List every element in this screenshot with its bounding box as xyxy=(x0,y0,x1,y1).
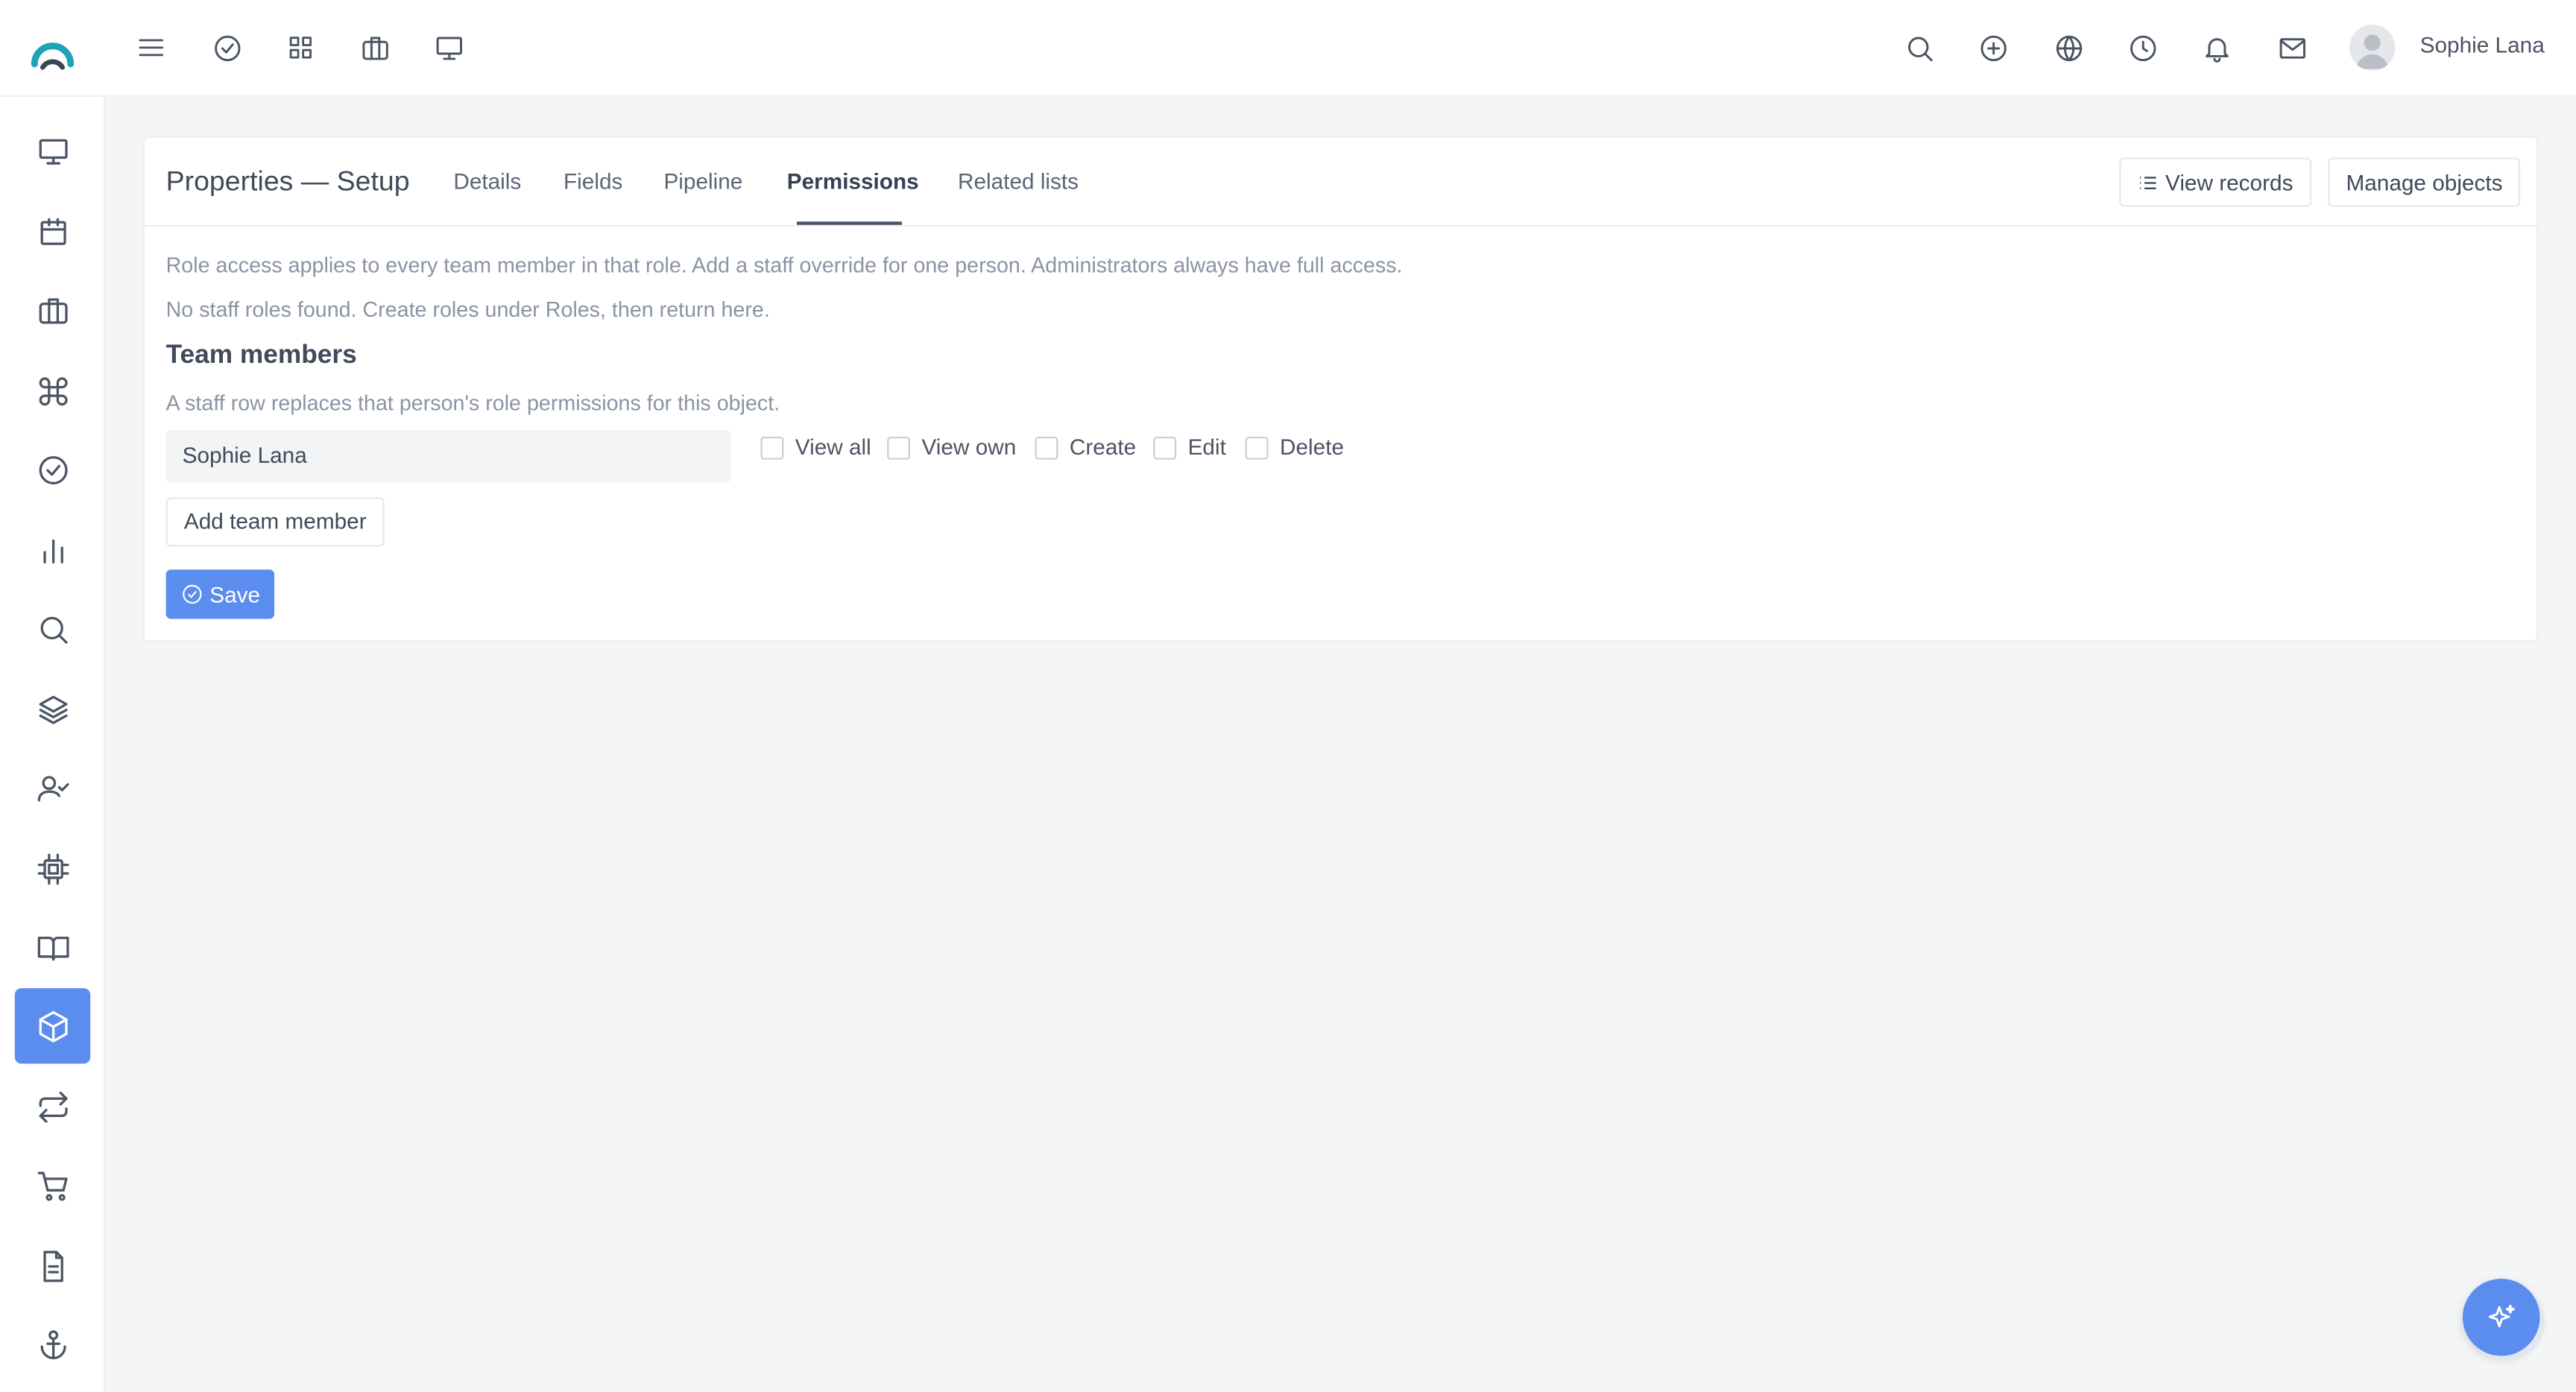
sidebar-item-integrations[interactable] xyxy=(15,831,90,906)
sidebar-item-knowledge-base[interactable] xyxy=(15,909,90,984)
calendar-icon xyxy=(40,217,66,244)
monitor-icon xyxy=(38,138,67,164)
sidebar-item-shop[interactable] xyxy=(15,1148,90,1223)
app-logo[interactable] xyxy=(28,28,77,77)
box-icon xyxy=(38,1010,67,1042)
view-own-checkbox[interactable]: View own xyxy=(887,435,1016,460)
permissions-intro: Role access applies to every team member… xyxy=(165,253,1403,278)
permissions-card: Properties — Setup Details Fields Pipeli… xyxy=(142,136,2539,642)
delete-checkbox[interactable]: Delete xyxy=(1245,434,1345,460)
sparkles-icon xyxy=(2487,1303,2514,1327)
card-header: Properties — Setup Details Fields Pipeli… xyxy=(144,138,2537,227)
user-avatar-icon xyxy=(2355,34,2389,69)
tab-fields[interactable]: Fields xyxy=(564,169,622,194)
active-tab-indicator xyxy=(796,221,903,225)
sidebar-item-calendar[interactable] xyxy=(15,194,90,269)
team-members-title: Team members xyxy=(165,341,357,370)
sidebar-item-users[interactable] xyxy=(15,750,90,826)
command-icon xyxy=(38,376,67,405)
briefcase-icon xyxy=(38,297,67,323)
monitor-icon[interactable] xyxy=(430,30,466,66)
view-records-button[interactable]: View records xyxy=(2119,157,2311,207)
sidebar xyxy=(0,96,106,1392)
check-circle-icon xyxy=(38,455,67,484)
briefcase-icon[interactable] xyxy=(356,30,392,66)
clock-icon[interactable] xyxy=(2124,30,2160,66)
checkbox-box[interactable] xyxy=(1035,435,1058,459)
save-button[interactable]: Save xyxy=(165,569,275,619)
shopping-cart-icon xyxy=(37,1171,67,1200)
sidebar-item-dashboard[interactable] xyxy=(15,113,90,189)
sidebar-item-anchor[interactable] xyxy=(15,1306,90,1382)
tab-permissions[interactable]: Permissions xyxy=(787,169,919,194)
cpu-icon xyxy=(37,852,69,885)
repeat-icon xyxy=(38,1090,67,1122)
top-bar: Sophie Lana xyxy=(0,0,2576,97)
grid-icon[interactable] xyxy=(282,30,318,66)
view-all-checkbox[interactable]: View all xyxy=(760,435,871,460)
checkbox-label: Create xyxy=(1069,434,1137,460)
sidebar-item-projects[interactable] xyxy=(15,273,90,348)
checkbox-box[interactable] xyxy=(760,435,784,459)
sidebar-item-automations[interactable] xyxy=(15,1069,90,1144)
sidebar-item-tasks[interactable] xyxy=(15,431,90,507)
layers-icon xyxy=(38,695,67,724)
menu-icon[interactable] xyxy=(133,30,169,66)
manage-objects-label: Manage objects xyxy=(2346,169,2503,195)
checkbox-box[interactable] xyxy=(887,435,911,459)
check-circle-icon xyxy=(182,584,201,604)
list-icon xyxy=(2140,176,2156,189)
no-roles-message: No staff roles found. Create roles under… xyxy=(165,297,770,322)
view-records-label: View records xyxy=(2165,169,2294,195)
tab-pipeline[interactable]: Pipeline xyxy=(663,169,742,194)
ai-assistant-button[interactable] xyxy=(2462,1278,2540,1356)
sidebar-item-reports[interactable] xyxy=(15,512,90,587)
team-members-help: A staff row replaces that person's role … xyxy=(165,390,780,416)
checkbox-box[interactable] xyxy=(1245,435,1269,459)
checkbox-label: Delete xyxy=(1279,434,1345,460)
user-name[interactable]: Sophie Lana xyxy=(2420,33,2545,57)
save-label: Save xyxy=(209,581,261,607)
avatar[interactable] xyxy=(2349,25,2396,71)
sidebar-item-commands[interactable] xyxy=(15,353,90,428)
tab-details[interactable]: Details xyxy=(453,169,521,194)
search-icon[interactable] xyxy=(1901,30,1936,66)
checkbox-box[interactable] xyxy=(1153,435,1177,459)
bar-chart-icon xyxy=(42,538,63,563)
globe-icon[interactable] xyxy=(2051,30,2086,66)
sidebar-item-layers[interactable] xyxy=(15,671,90,747)
check-circle-icon[interactable] xyxy=(209,30,244,66)
create-checkbox[interactable]: Create xyxy=(1035,434,1137,460)
manage-objects-button[interactable]: Manage objects xyxy=(2328,157,2521,207)
tab-related-lists[interactable]: Related lists xyxy=(958,169,1079,194)
sidebar-item-documents[interactable] xyxy=(15,1228,90,1303)
checkbox-label: View own xyxy=(921,434,1017,460)
page-title: Properties — Setup xyxy=(165,165,410,197)
checkbox-label: Edit xyxy=(1187,434,1226,460)
mail-icon[interactable] xyxy=(2273,30,2309,66)
file-text-icon xyxy=(42,1250,63,1282)
bell-icon[interactable] xyxy=(2198,30,2234,66)
user-check-icon xyxy=(37,775,69,801)
book-open-icon xyxy=(37,935,69,961)
checkbox-label: View all xyxy=(795,434,871,460)
sidebar-item-objects[interactable] xyxy=(14,988,91,1064)
edit-checkbox[interactable]: Edit xyxy=(1153,435,1226,460)
plus-circle-icon[interactable] xyxy=(1974,30,2010,66)
add-team-member-button[interactable]: Add team member xyxy=(165,497,385,547)
team-member-select[interactable]: Sophie Lana xyxy=(165,430,731,483)
search-icon xyxy=(40,616,67,643)
sidebar-item-search[interactable] xyxy=(15,591,90,666)
anchor-icon xyxy=(40,1329,66,1359)
